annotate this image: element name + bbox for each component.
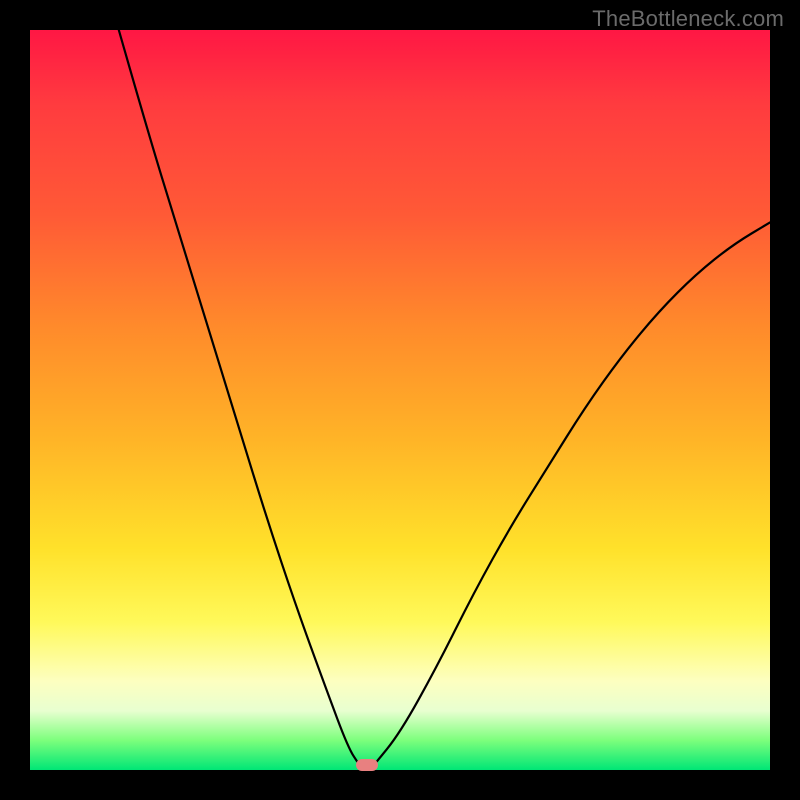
optimal-point-marker (356, 759, 378, 771)
bottleneck-curve (30, 30, 770, 770)
chart-frame: TheBottleneck.com (0, 0, 800, 800)
watermark-text: TheBottleneck.com (592, 6, 784, 32)
plot-area (30, 30, 770, 770)
